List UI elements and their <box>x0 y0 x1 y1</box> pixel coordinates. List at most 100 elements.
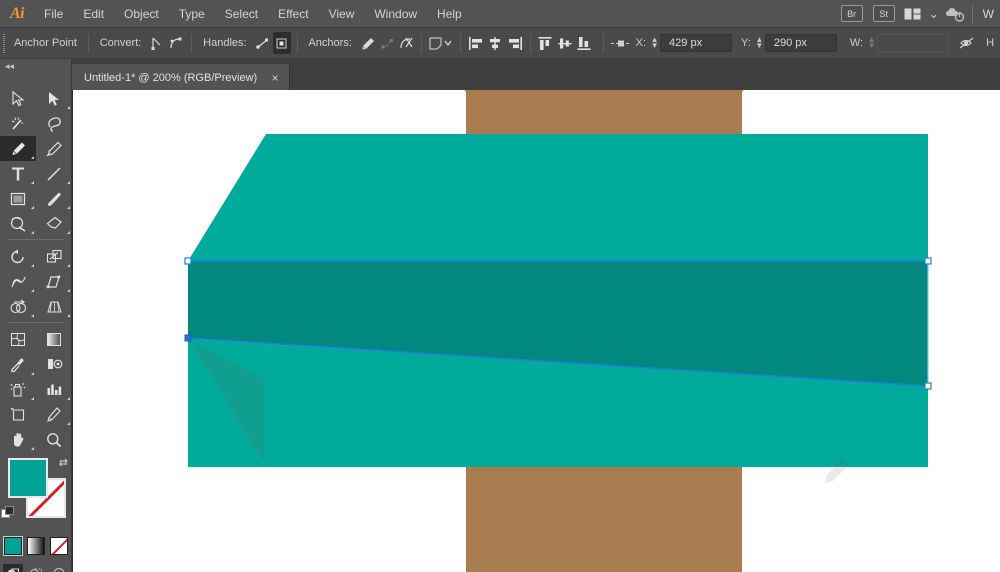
tool-flyout-indicator <box>67 106 70 109</box>
x-label: X: <box>635 37 647 49</box>
tool-symbol-sprayer[interactable] <box>0 377 36 402</box>
tool-scale[interactable] <box>36 244 72 269</box>
tool-lasso[interactable] <box>36 111 72 136</box>
menu-file[interactable]: File <box>34 0 73 28</box>
workspace-switcher[interactable]: W <box>977 0 1000 28</box>
tool-width[interactable] <box>0 269 36 294</box>
remove-anchor-icon[interactable] <box>359 32 377 54</box>
align-bottom-icon[interactable] <box>575 32 593 54</box>
fill-stroke-swatches: ⇄ <box>0 456 72 532</box>
connect-endpoints-icon[interactable] <box>378 32 396 54</box>
w-size-field[interactable]: W: ▲ ▼ <box>847 34 950 52</box>
default-fill-stroke-button[interactable] <box>1 506 15 520</box>
tool-flyout-indicator <box>31 372 34 375</box>
tool-group-divider <box>8 239 64 240</box>
align-hcenter-icon[interactable] <box>486 32 504 54</box>
none-slash-icon <box>51 538 67 554</box>
tool-perspective-grid[interactable] <box>36 294 72 319</box>
tool-shape-builder[interactable] <box>0 294 36 319</box>
menu-view[interactable]: View <box>319 0 365 28</box>
close-icon[interactable]: × <box>269 71 281 85</box>
none-mode-button[interactable] <box>50 537 68 555</box>
tool-pen[interactable] <box>0 136 36 161</box>
tool-rectangle[interactable] <box>0 186 36 211</box>
transform-anchor-icon[interactable] <box>610 32 632 54</box>
convert-to-smooth-button[interactable] <box>168 32 186 54</box>
fill-color-swatch[interactable] <box>8 458 48 498</box>
x-input[interactable]: 429 px <box>660 34 733 52</box>
tool-artboard[interactable] <box>0 402 36 427</box>
artboard-canvas[interactable] <box>72 90 1000 572</box>
tool-group-divider <box>8 322 64 323</box>
tool-selection[interactable] <box>0 86 36 111</box>
anchor-point-top-left <box>184 257 192 265</box>
x-stepper[interactable]: ▲ ▼ <box>649 34 660 52</box>
w-label: W: <box>849 37 864 49</box>
show-handles-button[interactable] <box>254 32 272 54</box>
isolate-object-icon[interactable] <box>428 32 454 54</box>
tool-column-graph[interactable] <box>36 377 72 402</box>
color-mode-button[interactable] <box>4 537 22 555</box>
tool-magic-wand[interactable] <box>0 111 36 136</box>
tool-free-transform[interactable] <box>36 269 72 294</box>
menu-window[interactable]: Window <box>364 0 427 28</box>
tool-eyedropper[interactable] <box>0 352 36 377</box>
tool-paintbrush[interactable] <box>36 186 72 211</box>
tool-direct-selection[interactable] <box>36 86 72 111</box>
control-divider <box>296 33 298 53</box>
menu-effect[interactable]: Effect <box>268 0 318 28</box>
tool-blend[interactable] <box>36 352 72 377</box>
anchor-point-bottom-left <box>184 334 192 342</box>
document-tab[interactable]: Untitled-1* @ 200% (RGB/Preview) × <box>72 64 291 90</box>
tool-flyout-indicator <box>31 264 34 267</box>
tool-flyout-indicator <box>31 206 34 209</box>
tool-type[interactable] <box>0 161 36 186</box>
tool-mesh[interactable] <box>0 327 36 352</box>
x-position-field[interactable]: X: ▲ ▼ 429 px <box>633 34 733 52</box>
hide-edges-icon[interactable] <box>959 32 981 54</box>
stock-button[interactable]: St <box>872 5 895 22</box>
chevron-down-icon[interactable]: ⌄ <box>926 0 942 28</box>
swap-fill-stroke-icon[interactable]: ⇄ <box>59 456 68 469</box>
collapse-panel-button[interactable]: ◂◂ <box>0 59 72 73</box>
hide-handles-button[interactable] <box>273 32 291 54</box>
align-right-icon[interactable] <box>506 32 524 54</box>
cloud-sync-icon[interactable] <box>942 0 968 28</box>
y-position-field[interactable]: Y: ▲ ▼ 290 px <box>738 34 837 52</box>
tool-zoom[interactable] <box>36 427 72 452</box>
anchors-label: Anchors: <box>308 37 352 49</box>
align-top-icon[interactable] <box>536 32 554 54</box>
draw-inside-button[interactable] <box>49 564 69 572</box>
y-input[interactable]: 290 px <box>764 34 837 52</box>
handles-label: Handles: <box>203 37 247 49</box>
tool-hand[interactable] <box>0 427 36 452</box>
control-bar-grip[interactable] <box>0 28 8 59</box>
tool-line-segment[interactable] <box>36 161 72 186</box>
tool-flyout-indicator <box>31 156 34 159</box>
tool-curvature[interactable] <box>36 136 72 161</box>
tool-rotate[interactable] <box>0 244 36 269</box>
align-vcenter-icon[interactable] <box>556 32 574 54</box>
cut-path-icon[interactable] <box>398 32 416 54</box>
menu-type[interactable]: Type <box>169 0 215 28</box>
tool-flyout-indicator <box>31 314 34 317</box>
align-left-icon[interactable] <box>467 32 485 54</box>
control-divider <box>602 33 604 53</box>
menu-object[interactable]: Object <box>114 0 169 28</box>
control-divider <box>529 33 531 53</box>
arrange-documents-icon[interactable] <box>900 0 926 28</box>
tool-shaper[interactable] <box>0 211 36 236</box>
convert-to-corner-button[interactable] <box>148 32 166 54</box>
draw-normal-button[interactable] <box>3 564 23 572</box>
draw-behind-button[interactable] <box>26 564 46 572</box>
gradient-mode-button[interactable] <box>27 537 45 555</box>
menu-edit[interactable]: Edit <box>73 0 114 28</box>
tool-flyout-indicator <box>67 206 70 209</box>
y-stepper[interactable]: ▲ ▼ <box>754 34 765 52</box>
bridge-button[interactable]: Br <box>840 5 863 22</box>
tool-eraser[interactable] <box>36 211 72 236</box>
menu-select[interactable]: Select <box>215 0 268 28</box>
tool-slice[interactable] <box>36 402 72 427</box>
menu-help[interactable]: Help <box>427 0 472 28</box>
tool-gradient[interactable] <box>36 327 72 352</box>
